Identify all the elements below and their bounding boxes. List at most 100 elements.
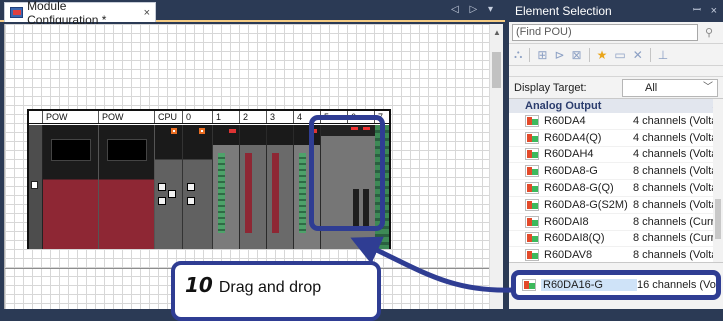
io-terminal bbox=[272, 153, 279, 233]
item-desc: 8 channels (Voltage/Current) bbox=[633, 165, 723, 178]
list-item[interactable]: R60DA8-G 8 channels (Voltage/Current) bbox=[509, 163, 723, 181]
module-config-icon bbox=[10, 7, 24, 18]
module-icon bbox=[525, 198, 539, 211]
slot-header-2: 2 bbox=[240, 111, 267, 123]
io-module-slot1[interactable] bbox=[213, 125, 240, 249]
tab-module-configuration[interactable]: Module Configuration * × bbox=[4, 0, 156, 27]
io-module-slot2[interactable] bbox=[240, 125, 267, 249]
list-item[interactable]: R60DA4 4 channels (Voltage/Current) bbox=[509, 113, 723, 130]
module-icon bbox=[525, 232, 539, 245]
cpu-port bbox=[187, 183, 195, 191]
item-name: R60DAI8 bbox=[544, 215, 589, 228]
toolbar-delete-icon[interactable]: ✕ bbox=[633, 48, 643, 62]
item-desc: 4 channels (Voltage/Current) bbox=[633, 131, 723, 144]
list-item[interactable]: R60DAH4 4 channels (Voltage/Current) bbox=[509, 147, 723, 164]
toolbar-clear-icon[interactable]: ⊠ bbox=[572, 48, 582, 62]
list-item[interactable]: R60DA4(Q) 4 channels (Voltage/Current) bbox=[509, 130, 723, 147]
power-module-2[interactable] bbox=[99, 125, 155, 249]
slot-header-pow2: POW bbox=[99, 111, 155, 123]
module-icon bbox=[525, 182, 539, 195]
cpu-module[interactable] bbox=[155, 125, 183, 249]
category-label: Analog Output bbox=[525, 100, 602, 112]
display-target-select[interactable]: All ﹀ bbox=[622, 78, 718, 97]
tab-close-icon[interactable]: × bbox=[144, 7, 150, 19]
favorite-star-icon[interactable]: ★ bbox=[597, 48, 608, 62]
module-icon bbox=[525, 114, 539, 127]
module-icon bbox=[525, 249, 539, 262]
toolbar-tree-icon[interactable]: ⊞ bbox=[537, 48, 547, 62]
slot-header-0: 0 bbox=[183, 111, 213, 123]
item-name: R60DA8-G bbox=[544, 165, 598, 178]
module-list: Analog Output ▲ R60DA4 4 channels (Voltag… bbox=[509, 98, 723, 268]
find-binoculars-icon[interactable]: ⚲ bbox=[698, 26, 720, 39]
category-analog-output[interactable]: Analog Output ▲ bbox=[509, 99, 723, 113]
panel-close-icon[interactable]: × bbox=[711, 0, 717, 22]
module-icon bbox=[525, 165, 539, 178]
io-module-slot3[interactable] bbox=[267, 125, 294, 249]
io-led bbox=[229, 129, 236, 133]
toolbar-separator bbox=[529, 47, 531, 62]
list-scroll-thumb[interactable] bbox=[715, 199, 721, 239]
toolbar-options-icon[interactable]: ⊥ bbox=[658, 48, 668, 62]
slot-header-cpu: CPU bbox=[155, 111, 183, 123]
item-name: R60DA8-G(S2M) bbox=[544, 198, 628, 211]
tab-nav-arrows[interactable]: ◁ ▷ ▾ bbox=[451, 4, 497, 15]
item-name: R60DA16-G bbox=[541, 279, 637, 291]
cpu-indicator bbox=[199, 128, 205, 134]
instruction-callout: 10 Drag and drop bbox=[171, 261, 381, 321]
editor-vertical-scrollbar[interactable]: ▲ bbox=[489, 24, 503, 309]
item-desc: 8 channels (Current) bbox=[633, 232, 723, 245]
chevron-down-icon: ﹀ bbox=[703, 81, 713, 93]
cpu-module-slot0[interactable] bbox=[183, 125, 213, 249]
document-tabbar: Module Configuration * × ◁ ▷ ▾ bbox=[0, 0, 505, 27]
display-target-row: Display Target: All ﹀ bbox=[509, 76, 723, 98]
panel-toolbar: ⛬ ⊞ ⊳ ⊠ ★ ▭ ✕ ⊥ bbox=[509, 44, 723, 66]
list-scrollbar[interactable] bbox=[713, 99, 723, 268]
cpu-port bbox=[168, 190, 176, 198]
item-name: R60DA4 bbox=[544, 114, 586, 127]
module-icon bbox=[525, 148, 539, 161]
display-target-value: All bbox=[645, 81, 658, 94]
list-item[interactable]: R60DA8-G(S2M) 8 channels (Voltage/Current… bbox=[509, 197, 723, 214]
panel-bottom: R60DA16-G 16 channels (Voltage/Current) bbox=[509, 262, 723, 309]
slot-header-3: 3 bbox=[267, 111, 294, 123]
pin-icon[interactable]: ꟷ bbox=[693, 0, 701, 22]
element-selection-panel: Element Selection ꟷ × (Find POU) ⚲ ⛬ ⊞ ⊳… bbox=[509, 0, 723, 309]
panel-gap bbox=[509, 66, 723, 76]
scroll-thumb[interactable] bbox=[492, 52, 501, 88]
io-terminal bbox=[245, 153, 252, 233]
rack-left-cap bbox=[29, 125, 43, 249]
item-desc: 8 channels (Voltage/Current) bbox=[633, 198, 723, 211]
module-icon bbox=[525, 131, 539, 144]
scroll-up-icon[interactable]: ▲ bbox=[493, 28, 501, 37]
power-module-1[interactable] bbox=[43, 125, 99, 249]
toolbar-find-icon[interactable]: ⛬ bbox=[514, 47, 522, 62]
item-desc: 8 channels (Voltage) bbox=[633, 249, 723, 262]
toolbar-filter-icon[interactable]: ⊳ bbox=[554, 48, 564, 62]
step-number: 10 bbox=[185, 273, 213, 297]
panel-title-bar: Element Selection ꟷ × bbox=[509, 0, 723, 22]
item-name: R60DAV8 bbox=[544, 249, 593, 262]
find-row: (Find POU) ⚲ bbox=[509, 22, 723, 44]
item-desc: 8 channels (Current) bbox=[633, 215, 723, 228]
find-pou-input[interactable]: (Find POU) bbox=[512, 24, 698, 41]
list-item[interactable]: R60DA8-G(Q) 8 channels (Voltage/Current) bbox=[509, 180, 723, 197]
item-name: R60DAH4 bbox=[544, 148, 594, 161]
tab-title: Module Configuration * bbox=[27, 0, 107, 27]
toolbar-separator bbox=[588, 47, 590, 62]
item-desc: 4 channels (Voltage/Current) bbox=[633, 148, 723, 161]
list-item[interactable]: R60DAI8 8 channels (Current) bbox=[509, 214, 723, 231]
highlighted-list-item[interactable]: R60DA16-G 16 channels (Voltage/Current) bbox=[511, 270, 721, 300]
toolbar-folder-icon[interactable]: ▭ bbox=[614, 48, 625, 62]
display-target-label: Display Target: bbox=[514, 81, 587, 94]
item-name: R60DA8-G(Q) bbox=[544, 182, 614, 195]
module-icon bbox=[522, 279, 536, 291]
item-desc: 8 channels (Voltage/Current) bbox=[633, 182, 723, 195]
cpu-port bbox=[187, 197, 195, 205]
item-desc: 16 channels (Voltage/Current) bbox=[637, 279, 716, 291]
toolbar-separator bbox=[649, 47, 651, 62]
list-item[interactable]: R60DAI8(Q) 8 channels (Current) bbox=[509, 231, 723, 248]
slot-header-1: 1 bbox=[213, 111, 240, 123]
step-text: Drag and drop bbox=[218, 279, 322, 296]
panel-title: Element Selection bbox=[515, 4, 612, 18]
